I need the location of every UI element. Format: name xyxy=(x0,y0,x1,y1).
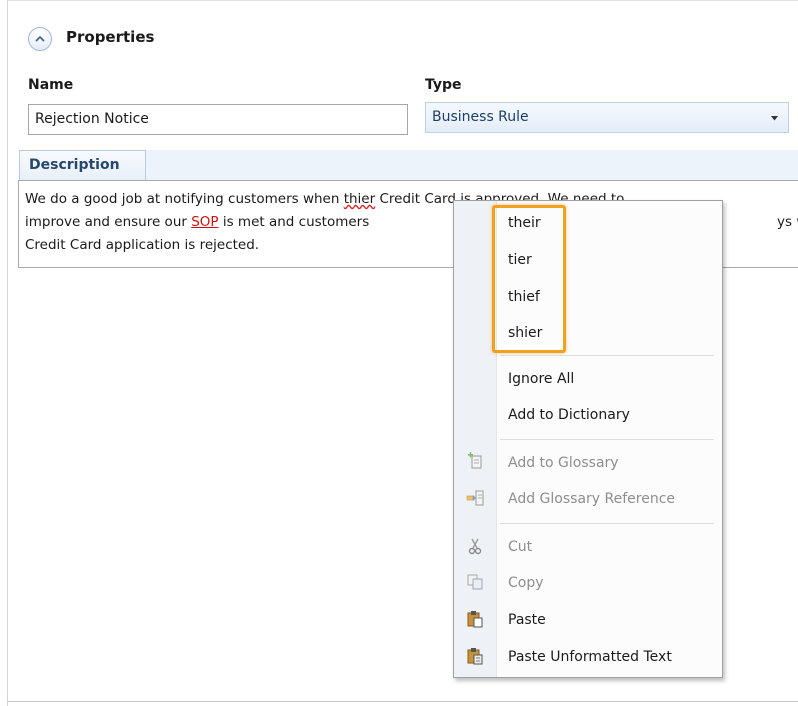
paste-unformatted-icon xyxy=(467,648,483,665)
menu-cut[interactable]: Cut xyxy=(508,537,532,557)
menu-separator xyxy=(500,439,714,440)
description-text: is met and customers xyxy=(218,214,370,230)
menu-ignore-all[interactable]: Ignore All xyxy=(508,369,574,389)
menu-icon-gutter xyxy=(454,201,497,677)
type-label: Type xyxy=(425,77,462,93)
description-text: improve and ensure our xyxy=(25,214,192,230)
panel-left-border xyxy=(7,0,8,706)
sop-link[interactable]: SOP xyxy=(191,214,218,230)
description-line-2-end: ys when xyxy=(777,211,798,233)
dropdown-arrow-icon xyxy=(771,116,778,121)
description-line-2: improve and ensure our SOP is met and cu… xyxy=(25,211,369,233)
name-input[interactable]: Rejection Notice xyxy=(28,104,408,135)
collapse-section-button[interactable] xyxy=(28,27,52,51)
paste-icon xyxy=(467,611,483,628)
panel-bottom-border xyxy=(7,701,798,702)
menu-add-to-glossary[interactable]: Add to Glossary xyxy=(508,453,619,473)
tab-description[interactable]: Description xyxy=(19,150,146,181)
scissors-icon xyxy=(468,538,482,555)
chevron-up-icon xyxy=(35,35,45,42)
name-input-value: Rejection Notice xyxy=(35,111,149,127)
copy-icon xyxy=(467,574,483,590)
menu-separator xyxy=(500,523,714,524)
name-label: Name xyxy=(28,77,74,93)
description-text: We do a good job at notifying customers … xyxy=(25,191,344,207)
panel-top-border xyxy=(7,0,798,1)
spellcheck-context-menu: their tier thief shier Ignore All Add to… xyxy=(453,200,723,678)
tab-strip xyxy=(146,150,798,181)
suggestions-highlight-box xyxy=(492,205,566,353)
glossary-reference-icon xyxy=(466,490,484,506)
menu-add-to-dictionary[interactable]: Add to Dictionary xyxy=(508,405,630,425)
misspelled-word[interactable]: thier xyxy=(344,191,375,207)
menu-copy[interactable]: Copy xyxy=(508,573,544,593)
description-line-3: Credit Card application is rejected. xyxy=(25,237,260,253)
menu-separator xyxy=(500,355,714,356)
description-text: ys when xyxy=(777,214,798,230)
type-dropdown[interactable]: Business Rule xyxy=(425,102,789,133)
type-dropdown-value: Business Rule xyxy=(432,109,529,125)
section-title: Properties xyxy=(66,28,155,46)
menu-add-glossary-reference[interactable]: Add Glossary Reference xyxy=(508,489,675,509)
add-glossary-icon xyxy=(468,452,482,469)
menu-paste-unformatted-text[interactable]: Paste Unformatted Text xyxy=(508,647,672,667)
menu-paste[interactable]: Paste xyxy=(508,610,546,630)
